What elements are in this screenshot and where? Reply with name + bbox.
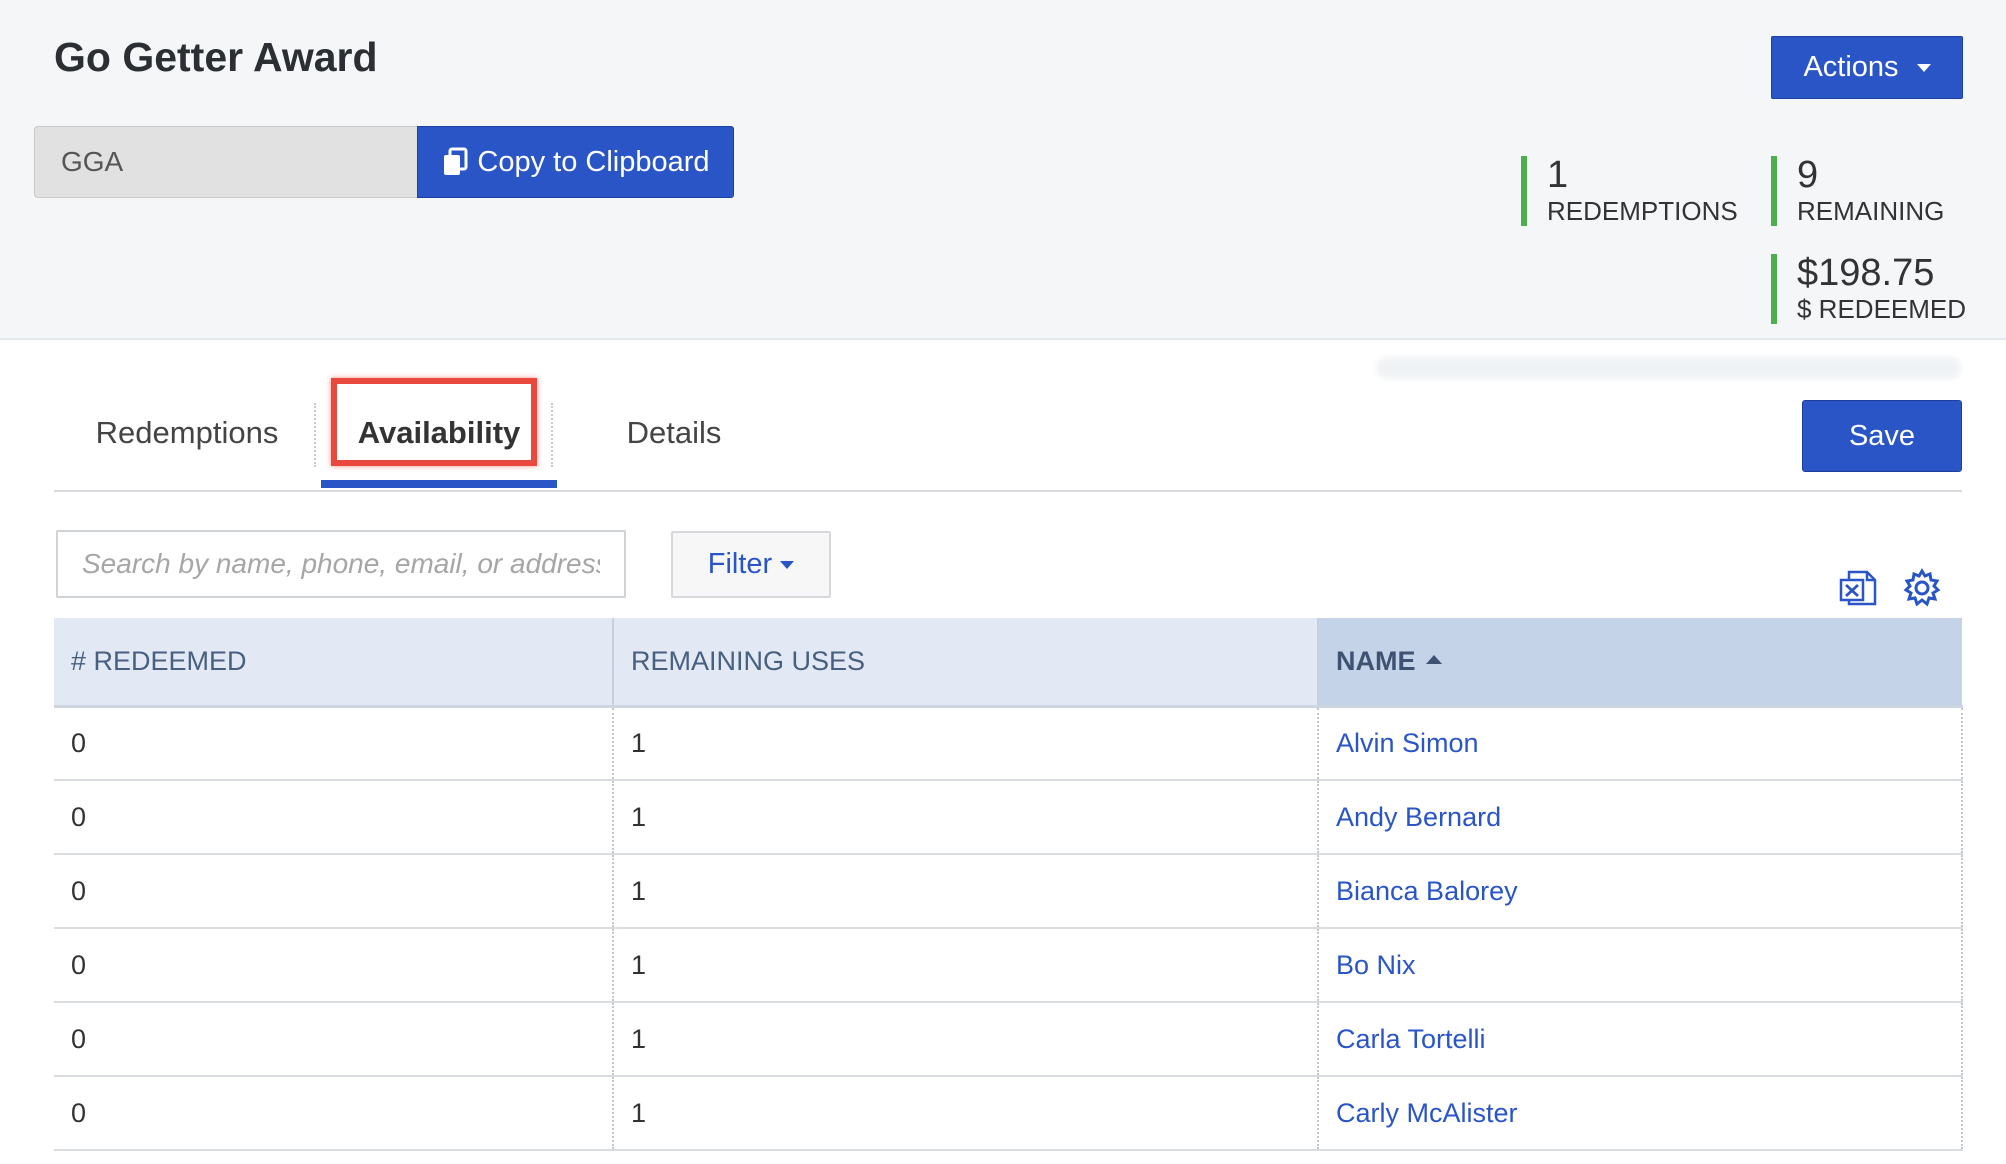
column-header-label: # REDEEMED: [71, 645, 247, 676]
cell-name: Alvin Simon: [1318, 706, 1963, 781]
cell-redeemed: 0: [54, 1076, 614, 1151]
member-name-link[interactable]: Carla Tortelli: [1336, 1024, 1486, 1054]
blurred-metadata: [1376, 357, 1961, 379]
cell-name: Carla Tortelli: [1318, 1002, 1963, 1077]
cell-name: Bo Nix: [1318, 928, 1963, 1003]
cell-remaining-uses: 1: [613, 780, 1319, 855]
chevron-down-icon: [1916, 63, 1931, 72]
table-row: 0 1 Bianca Balorey: [54, 854, 1963, 929]
table-row: 0 1 Andy Bernard: [54, 780, 1963, 855]
save-button[interactable]: Save: [1802, 400, 1962, 472]
cell-name: Bianca Balorey: [1318, 854, 1963, 929]
column-header-name[interactable]: NAME: [1318, 618, 1962, 708]
cell-redeemed: 0: [54, 854, 614, 929]
table-row: 0 1 Bo Nix: [54, 928, 1963, 1003]
cell-redeemed: 0: [54, 1002, 614, 1077]
tab-divider: [314, 403, 316, 467]
tab-bar: Redemptions Availability Details: [54, 377, 1962, 492]
table-row: 0 1 Alvin Simon: [54, 706, 1963, 781]
stat-dollars-redeemed: $198.75 $ REDEEMED: [1771, 254, 1966, 324]
tab-divider: [551, 403, 553, 467]
cell-redeemed: 0: [54, 928, 614, 1003]
stat-value: 1: [1547, 154, 1569, 196]
stat-value: $198.75: [1797, 252, 1935, 294]
sort-ascending-icon: [1425, 655, 1442, 665]
tab-redemptions[interactable]: Redemptions: [82, 377, 292, 488]
active-tab-indicator: [321, 480, 557, 488]
award-code-field[interactable]: GGA: [34, 126, 418, 198]
stat-remaining: 9 REMAINING: [1771, 156, 1944, 226]
copy-label: Copy to Clipboard: [477, 145, 710, 178]
excel-export-icon[interactable]: [1837, 566, 1881, 610]
table-row: 0 1 Carly McAlister: [54, 1076, 1963, 1151]
cell-redeemed: 0: [54, 706, 614, 781]
member-name-link[interactable]: Alvin Simon: [1336, 728, 1479, 758]
filter-label: Filter: [707, 548, 773, 580]
chevron-down-icon: [780, 560, 795, 569]
cell-name: Carly McAlister: [1318, 1076, 1963, 1151]
member-name-link[interactable]: Andy Bernard: [1336, 802, 1501, 832]
stat-label: $ REDEEMED: [1797, 294, 1967, 324]
cell-remaining-uses: 1: [613, 1076, 1319, 1151]
member-name-link[interactable]: Bianca Balorey: [1336, 876, 1518, 906]
award-header: Go Getter Award Actions GGA Copy to Clip…: [0, 0, 2006, 340]
copy-icon: [441, 147, 469, 177]
cell-remaining-uses: 1: [613, 928, 1319, 1003]
column-header-redeemed[interactable]: # REDEEMED: [54, 618, 614, 708]
table-row: 0 1 Carla Tortelli: [54, 1002, 1963, 1077]
member-name-link[interactable]: Carly McAlister: [1336, 1098, 1518, 1128]
column-header-label: NAME: [1336, 645, 1416, 676]
cell-remaining-uses: 1: [613, 854, 1319, 929]
member-name-link[interactable]: Bo Nix: [1336, 950, 1416, 980]
actions-button[interactable]: Actions: [1771, 36, 1963, 99]
table-header-row: # REDEEMED REMAINING USES NAME: [54, 618, 1962, 708]
stat-label: REMAINING: [1797, 196, 1945, 226]
tab-details[interactable]: Details: [574, 377, 774, 488]
stat-value: 9: [1797, 154, 1819, 196]
filter-button[interactable]: Filter: [671, 531, 831, 598]
availability-table: # REDEEMED REMAINING USES NAME 0 1 Alvin…: [54, 618, 1963, 1151]
column-header-remaining-uses[interactable]: REMAINING USES: [613, 618, 1319, 708]
search-input[interactable]: [56, 530, 626, 598]
cell-remaining-uses: 1: [613, 1002, 1319, 1077]
copy-to-clipboard-button[interactable]: Copy to Clipboard: [417, 126, 734, 198]
cell-name: Andy Bernard: [1318, 780, 1963, 855]
column-header-label: REMAINING USES: [631, 645, 866, 676]
gear-icon[interactable]: [1900, 566, 1944, 610]
stat-redemptions: 1 REDEMPTIONS: [1521, 156, 1738, 226]
cell-remaining-uses: 1: [613, 706, 1319, 781]
cell-redeemed: 0: [54, 780, 614, 855]
stat-label: REDEMPTIONS: [1547, 196, 1738, 226]
actions-label: Actions: [1803, 51, 1899, 83]
page-title: Go Getter Award: [54, 34, 378, 80]
tab-availability[interactable]: Availability: [321, 377, 557, 488]
